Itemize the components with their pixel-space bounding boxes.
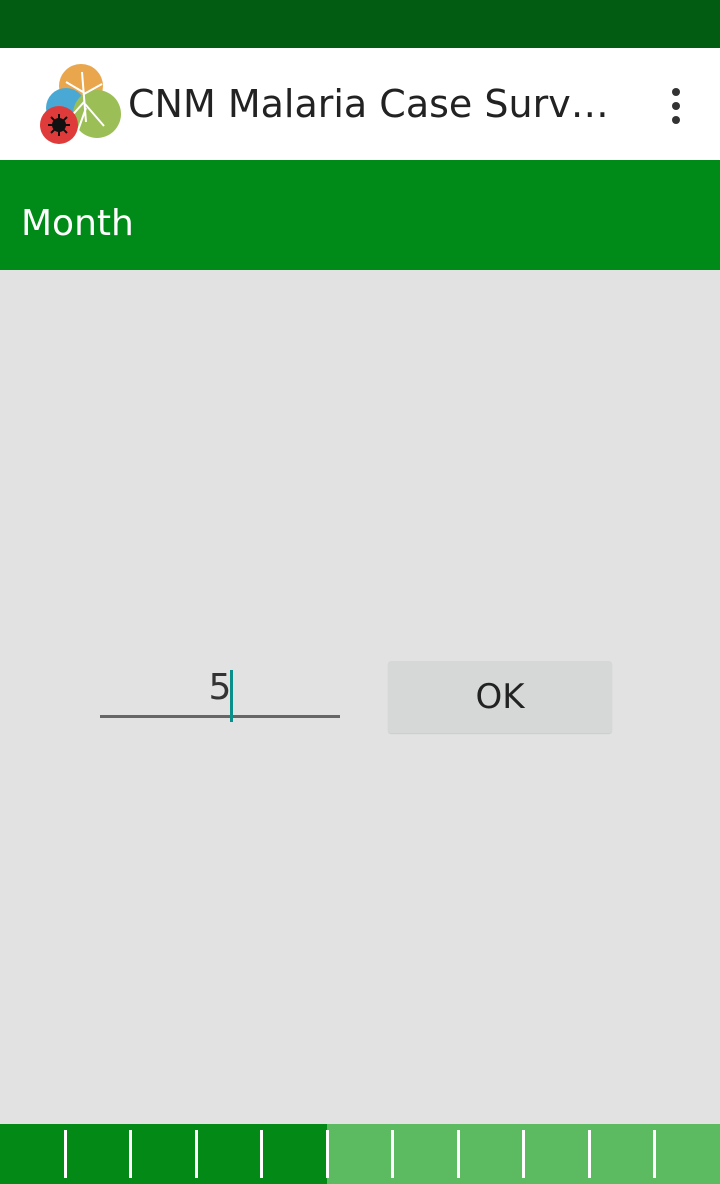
text-cursor [230,670,233,722]
progress-step-divider [325,1130,329,1178]
ok-button[interactable]: OK [388,661,612,733]
month-input-wrapper [100,660,340,722]
month-input[interactable] [100,660,340,718]
progress-step-divider [129,1130,133,1178]
app-logo-icon [40,64,121,144]
question-header: Month [0,160,720,270]
progress-step-divider [522,1130,526,1178]
question-title: Month [21,203,134,244]
progress-step-divider [194,1130,198,1178]
progress-step-divider [391,1130,395,1178]
progress-step-divider [260,1130,264,1178]
progress-step-divider [63,1130,67,1178]
progress-fill [0,1124,328,1184]
progress-step-divider [653,1130,657,1178]
progress-bar [0,1124,720,1184]
app-bar: CNM Malaria Case Surveil... [0,48,720,160]
progress-step-divider [456,1130,460,1178]
app-title: CNM Malaria Case Surveil... [128,82,628,126]
more-options-icon[interactable] [656,82,696,130]
progress-step-divider [587,1130,591,1178]
status-bar [0,0,720,48]
